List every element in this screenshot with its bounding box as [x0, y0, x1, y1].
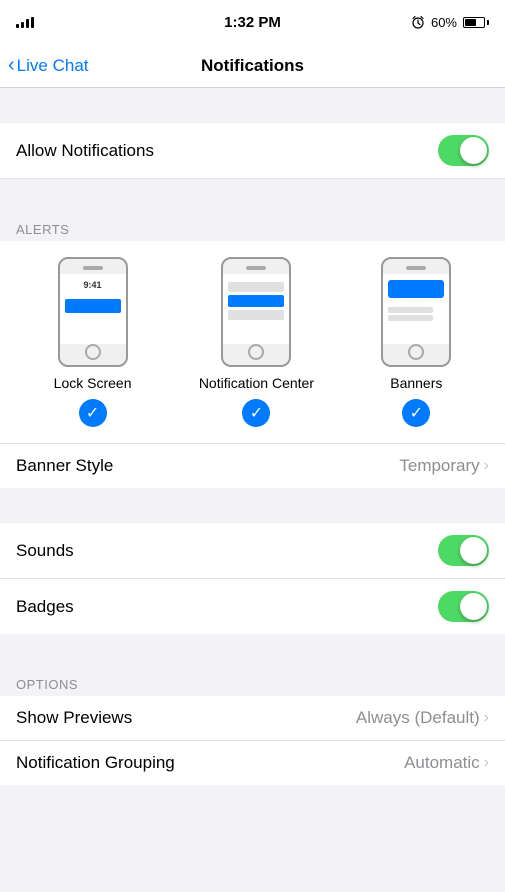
nc-bar-1 — [228, 282, 284, 292]
phone-speaker-3 — [406, 266, 426, 270]
allow-notifications-toggle[interactable] — [438, 135, 489, 166]
sounds-row: Sounds — [0, 523, 505, 579]
banners-label: Banners — [390, 375, 442, 391]
alerts-section-header: ALERTS — [0, 214, 505, 241]
badges-row: Badges — [0, 579, 505, 634]
show-previews-row[interactable]: Show Previews Always (Default) › — [0, 696, 505, 741]
nc-bar-blue — [228, 295, 284, 307]
alert-option-lock-screen[interactable]: 9:41 Lock Screen ✓ — [54, 257, 132, 435]
page-title: Notifications — [201, 56, 304, 76]
allow-notifications-row: Allow Notifications — [0, 123, 505, 179]
banners-checkmark[interactable]: ✓ — [402, 399, 430, 427]
lock-screen-notification-bar — [65, 299, 121, 313]
banner-style-row[interactable]: Banner Style Temporary › — [0, 443, 505, 488]
phone-speaker-2 — [246, 266, 266, 270]
signal-bar-4 — [31, 17, 34, 28]
toggle-knob — [460, 137, 487, 164]
chevron-left-icon: ‹ — [8, 55, 15, 75]
show-previews-value: Always (Default) — [356, 708, 480, 728]
phone-screen-1: 9:41 — [60, 274, 126, 344]
section-gap-2 — [0, 179, 505, 214]
sounds-toggle-knob — [460, 537, 487, 564]
banner-line-2 — [388, 315, 433, 321]
banner-line-1 — [388, 307, 433, 313]
sounds-badges-block: Sounds Badges — [0, 523, 505, 634]
battery-indicator — [463, 17, 489, 28]
notification-grouping-value: Automatic — [404, 753, 480, 773]
battery-percent: 60% — [431, 15, 457, 30]
options-block: Show Previews Always (Default) › Notific… — [0, 696, 505, 785]
notification-grouping-row[interactable]: Notification Grouping Automatic › — [0, 741, 505, 785]
lock-screen-time: 9:41 — [84, 280, 102, 290]
battery-body — [463, 17, 485, 28]
banner-bar — [388, 280, 444, 298]
show-previews-value-container: Always (Default) › — [356, 708, 489, 728]
banner-style-label: Banner Style — [16, 456, 113, 476]
alert-option-banners[interactable]: Banners ✓ — [381, 257, 451, 435]
phone-screen-3 — [383, 274, 449, 344]
status-right: 60% — [411, 15, 489, 30]
nav-bar: ‹ Live Chat Notifications — [0, 44, 505, 88]
back-label: Live Chat — [17, 56, 89, 76]
banner-style-value-container: Temporary › — [399, 456, 489, 476]
banner-style-value: Temporary — [399, 456, 479, 476]
signal-bar-1 — [16, 24, 19, 28]
notification-center-phone-illus — [221, 257, 291, 367]
notification-center-checkmark[interactable]: ✓ — [242, 399, 270, 427]
banner-style-chevron-icon: › — [484, 457, 489, 475]
status-time: 1:32 PM — [224, 14, 281, 31]
status-left — [16, 16, 34, 28]
signal-bars-icon — [16, 16, 34, 28]
badges-label: Badges — [16, 597, 74, 617]
sounds-toggle[interactable] — [438, 535, 489, 566]
notification-grouping-value-container: Automatic › — [404, 753, 489, 773]
signal-bar-2 — [21, 22, 24, 28]
badges-toggle[interactable] — [438, 591, 489, 622]
alerts-container: 9:41 Lock Screen ✓ — [0, 241, 505, 488]
alert-option-notification-center[interactable]: Notification Center ✓ — [199, 257, 314, 435]
section-gap-3 — [0, 488, 505, 523]
lock-screen-phone-illus: 9:41 — [58, 257, 128, 367]
banners-phone-illus — [381, 257, 451, 367]
status-bar: 1:32 PM 60% — [0, 0, 505, 44]
notification-center-label: Notification Center — [199, 375, 314, 391]
nc-bar-2 — [228, 310, 284, 320]
phone-speaker-1 — [83, 266, 103, 270]
back-button[interactable]: ‹ Live Chat — [8, 56, 89, 76]
phone-screen-2 — [223, 274, 289, 344]
signal-bar-3 — [26, 19, 29, 28]
notification-grouping-chevron-icon: › — [484, 754, 489, 772]
badges-toggle-knob — [460, 593, 487, 620]
alert-icons-row: 9:41 Lock Screen ✓ — [0, 257, 505, 443]
options-section-header: OPTIONS — [0, 669, 505, 696]
alarm-icon — [411, 15, 425, 29]
sounds-label: Sounds — [16, 541, 74, 561]
nc-bars — [228, 282, 284, 320]
lock-screen-checkmark[interactable]: ✓ — [79, 399, 107, 427]
section-gap-1 — [0, 88, 505, 123]
phone-home-button-3 — [408, 344, 424, 360]
allow-notifications-label: Allow Notifications — [16, 141, 154, 161]
lock-screen-label: Lock Screen — [54, 375, 132, 391]
show-previews-chevron-icon: › — [484, 709, 489, 727]
battery-fill — [465, 19, 476, 26]
banner-content-lines — [388, 307, 444, 321]
show-previews-label: Show Previews — [16, 708, 132, 728]
phone-home-button-2 — [248, 344, 264, 360]
battery-tip — [487, 20, 489, 25]
section-gap-4 — [0, 634, 505, 669]
phone-home-button-1 — [85, 344, 101, 360]
notification-grouping-label: Notification Grouping — [16, 753, 175, 773]
